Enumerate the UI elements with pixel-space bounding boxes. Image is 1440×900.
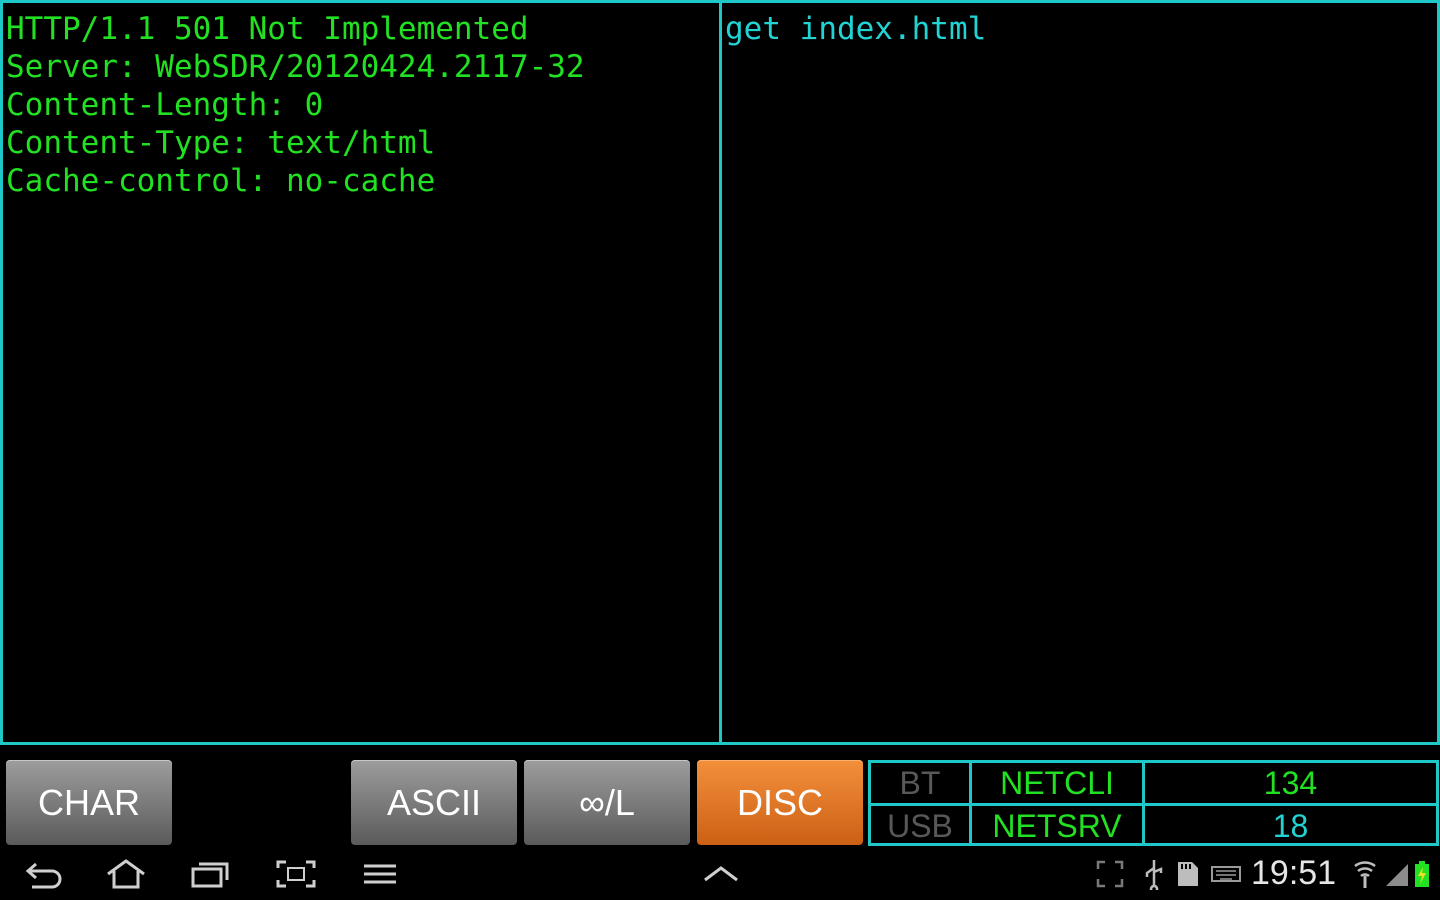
fullscreen-icon	[1094, 858, 1126, 890]
sd-card-icon	[1172, 858, 1204, 890]
wifi-icon	[1352, 858, 1378, 890]
signal-icon	[1384, 858, 1410, 890]
up-chevron-icon[interactable]	[699, 858, 743, 890]
received-line: Cache-control: no-cache	[6, 163, 436, 199]
ascii-button[interactable]: ASCII	[351, 760, 517, 845]
disconnect-button[interactable]: DISC	[697, 760, 863, 845]
recent-apps-icon[interactable]	[188, 858, 232, 890]
received-line: Content-Length: 0	[6, 87, 324, 123]
usb-icon	[1140, 858, 1168, 894]
menu-icon[interactable]	[358, 858, 402, 890]
back-icon[interactable]	[22, 858, 66, 890]
clock: 19:51	[1251, 854, 1337, 892]
home-icon[interactable]	[104, 858, 148, 890]
loop-button[interactable]: ∞/L	[524, 760, 690, 845]
bt-label[interactable]: BT	[871, 763, 969, 803]
char-button[interactable]: CHAR	[6, 760, 172, 845]
sent-line: get index.html	[725, 11, 987, 47]
received-text: HTTP/1.1 501 Not Implemented Server: Web…	[3, 3, 719, 200]
battery-icon	[1412, 858, 1432, 890]
netsrv-label[interactable]: NETSRV	[972, 806, 1142, 846]
netsrv-count: 18	[1272, 807, 1309, 844]
screenshot-icon[interactable]	[274, 858, 318, 890]
usb-label[interactable]: USB	[871, 806, 969, 846]
netcli-count: 134	[1263, 764, 1318, 801]
system-navigation-bar: 19:51	[0, 848, 1440, 900]
sent-pane[interactable]: get index.html	[719, 0, 1440, 745]
received-line: Content-Type: text/html	[6, 125, 436, 161]
received-pane[interactable]: HTTP/1.1 501 Not Implemented Server: Web…	[0, 0, 722, 745]
netcli-label[interactable]: NETCLI	[972, 763, 1142, 803]
received-line: Server: WebSDR/20120424.2117-32	[6, 49, 585, 85]
control-bar: CHAR ASCII ∞/L DISC BT USB NETCLI NETSRV…	[0, 745, 1440, 848]
connection-status-grid: BT USB NETCLI NETSRV 134 18	[868, 760, 1439, 846]
sent-text: get index.html	[722, 3, 1437, 48]
keyboard-icon	[1210, 858, 1242, 890]
received-line: HTTP/1.1 501 Not Implemented	[6, 11, 529, 47]
